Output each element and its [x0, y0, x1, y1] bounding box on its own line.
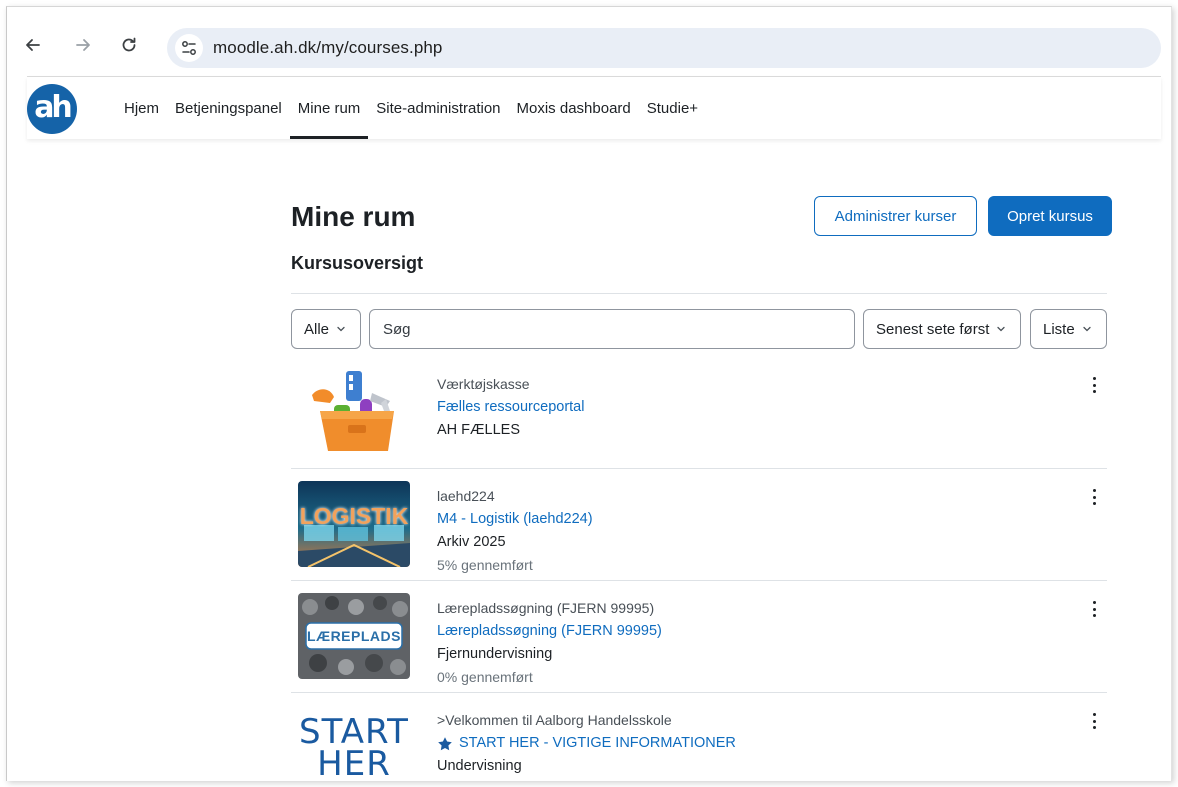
- thumb-title: LÆREPLADS: [307, 628, 401, 644]
- arrow-left-icon: [26, 39, 40, 51]
- grouping-value: Alle: [304, 320, 330, 338]
- nav-item-betjeningspanel[interactable]: Betjeningspanel: [167, 77, 290, 139]
- nav-item-mine-rum[interactable]: Mine rum: [289, 77, 369, 139]
- primary-navigation: Hjem Betjeningspanel Mine rum Site-admin…: [116, 77, 706, 139]
- chevron-down-icon: [996, 324, 1006, 334]
- course-info: laehd224 M4 - Logistik (laehd224) Arkiv …: [437, 485, 593, 577]
- address-bar[interactable]: moodle.ah.dk/my/courses.php: [167, 28, 1161, 68]
- nav-item-site-administration[interactable]: Site-administration: [368, 77, 508, 139]
- course-name-link[interactable]: M4 - Logistik (laehd224): [437, 508, 593, 531]
- section-divider: [291, 293, 1107, 294]
- url-text[interactable]: moodle.ah.dk/my/courses.php: [213, 38, 443, 58]
- create-course-button[interactable]: Opret kursus: [988, 196, 1112, 236]
- chevron-down-icon: [1082, 324, 1092, 334]
- sort-value: Senest sete først: [876, 320, 990, 338]
- course-name-link[interactable]: Fælles ressourceportal: [437, 396, 584, 419]
- course-meta: Fjernundervisning: [437, 646, 553, 662]
- course-info: >Velkommen til Aalborg Handelsskole STAR…: [437, 709, 736, 778]
- section-title: Kursusoversigt: [291, 253, 424, 273]
- course-actions-menu-icon[interactable]: [1086, 711, 1102, 731]
- nav-item-moxis-dashboard[interactable]: Moxis dashboard: [509, 77, 639, 139]
- course-info: Lærepladssøgning (FJERN 99995) Læreplads…: [437, 597, 662, 689]
- course-meta: Arkiv 2025: [437, 534, 506, 550]
- view-value: Liste: [1043, 320, 1075, 338]
- thumb-title: LOGISTIK: [299, 503, 409, 529]
- course-meta: AH FÆLLES: [437, 422, 520, 438]
- course-progress: 0% gennemført: [437, 669, 533, 685]
- course-info: Værktøjskasse Fælles ressourceportal AH …: [437, 373, 584, 442]
- course-image-logistik[interactable]: LOGISTIK: [298, 481, 410, 567]
- course-actions-menu-icon[interactable]: [1086, 375, 1102, 395]
- course-image-toolbox[interactable]: [298, 369, 410, 455]
- course-actions-menu-icon[interactable]: [1086, 487, 1102, 507]
- site-logo[interactable]: ah: [27, 84, 77, 134]
- course-list: Værktøjskasse Fælles ressourceportal AH …: [291, 357, 1107, 781]
- tune-icon: [182, 41, 196, 55]
- toolbox-icon: [312, 371, 394, 451]
- logo-text: ah: [34, 89, 73, 125]
- nav-item-hjem[interactable]: Hjem: [116, 77, 167, 139]
- reload-icon: [122, 37, 136, 52]
- chevron-down-icon: [336, 324, 346, 334]
- page-title: Mine rum: [291, 201, 416, 232]
- course-item: LOGISTIK laehd224 M4 - Logistik (laehd22…: [291, 469, 1107, 581]
- course-image-start-her[interactable]: START HER: [298, 705, 410, 781]
- arrow-right-icon: [76, 39, 90, 51]
- reload-button[interactable]: [117, 33, 141, 57]
- manage-courses-button[interactable]: Administrer kurser: [814, 196, 977, 236]
- course-progress: 5% gennemført: [437, 557, 533, 573]
- sort-dropdown[interactable]: Senest sete først: [863, 309, 1021, 349]
- course-category: Værktøjskasse: [437, 376, 530, 392]
- course-category: >Velkommen til Aalborg Handelsskole: [437, 712, 672, 728]
- grouping-dropdown[interactable]: Alle: [291, 309, 361, 349]
- course-meta: Undervisning: [437, 758, 522, 774]
- course-category: laehd224: [437, 488, 495, 504]
- course-actions-menu-icon[interactable]: [1086, 599, 1102, 619]
- forward-button[interactable]: [71, 33, 95, 57]
- search-input[interactable]: [369, 309, 855, 349]
- star-icon[interactable]: [437, 736, 453, 752]
- course-name-link[interactable]: START HER - VIGTIGE INFORMATIONER: [437, 732, 736, 755]
- course-item: Værktøjskasse Fælles ressourceportal AH …: [291, 357, 1107, 469]
- course-name-link[interactable]: Lærepladssøgning (FJERN 99995): [437, 620, 662, 643]
- browser-toolbar: moodle.ah.dk/my/courses.php: [7, 7, 1171, 77]
- course-item: START HER >Velkommen til Aalborg Handels…: [291, 693, 1107, 781]
- back-button[interactable]: [21, 33, 45, 57]
- site-navbar: ah Hjem Betjeningspanel Mine rum Site-ad…: [27, 77, 1161, 139]
- browser-window: moodle.ah.dk/my/courses.php ah Hjem Betj…: [6, 6, 1172, 781]
- view-dropdown[interactable]: Liste: [1030, 309, 1107, 349]
- nav-item-studie-plus[interactable]: Studie+: [639, 77, 706, 139]
- site-info-button[interactable]: [175, 34, 203, 62]
- course-image-laereplads[interactable]: LÆREPLADS: [298, 593, 410, 679]
- start-her-image: START HER: [298, 705, 410, 781]
- course-name-text[interactable]: START HER - VIGTIGE INFORMATIONER: [459, 732, 736, 755]
- thumb-line: HER: [317, 744, 391, 781]
- course-category: Lærepladssøgning (FJERN 99995): [437, 600, 655, 616]
- course-item: LÆREPLADS Lærepladssøgning (FJERN 99995)…: [291, 581, 1107, 693]
